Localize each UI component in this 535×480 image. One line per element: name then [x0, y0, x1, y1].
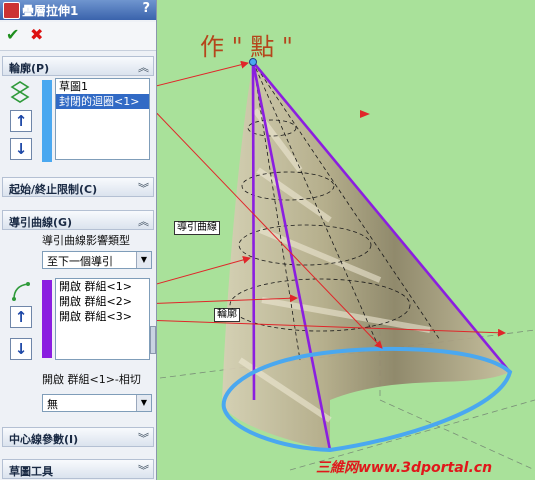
profiles-section-header[interactable]: 輪廓(P) ︽: [2, 56, 154, 76]
ok-button[interactable]: ✔: [6, 25, 19, 44]
sketch-tools-section-title: 草圖工具: [9, 465, 53, 478]
graphics-viewport[interactable]: [157, 0, 535, 480]
tangency-select[interactable]: 無 ▼: [42, 394, 152, 412]
guide-color-bar: [42, 280, 52, 358]
expand-icon: ︾: [138, 432, 149, 445]
guide-section-header[interactable]: 導引曲線(G) ︽: [2, 210, 154, 230]
list-item[interactable]: 封閉的迴圈<1>: [56, 94, 149, 109]
guide-source-callout: 導引曲線: [174, 221, 220, 235]
start-end-section-title: 起始/終止限制(C): [9, 183, 98, 196]
expand-icon: ︾: [138, 464, 149, 477]
start-end-section-header[interactable]: 起始/終止限制(C) ︾: [2, 177, 154, 197]
list-item[interactable]: 開啟 群組<3>: [56, 309, 149, 324]
help-button[interactable]: ?: [142, 1, 150, 16]
dropdown-arrow-icon: ▼: [136, 252, 151, 268]
point-annotation: 作 " 點 ": [200, 33, 293, 61]
influence-value: 至下一個導引: [47, 255, 113, 268]
guide-curves-list[interactable]: 開啟 群組<1> 開啟 群組<2> 開啟 群組<3>: [55, 278, 150, 360]
feature-title: 疊層拉伸1: [22, 4, 79, 18]
watermark: 三維网www.3dportal.cn: [316, 460, 493, 476]
red-marker-icon: [360, 110, 370, 118]
move-down-button[interactable]: ↓: [10, 338, 32, 360]
move-down-button[interactable]: ↓: [10, 138, 32, 160]
centerline-section-title: 中心線參數(I): [9, 433, 79, 446]
cancel-button[interactable]: ✖: [30, 25, 43, 44]
profiles-section-title: 輪廓(P): [9, 62, 50, 75]
tangency-value: 無: [47, 398, 58, 411]
guide-curve-icon: [12, 282, 30, 301]
list-item[interactable]: 開啟 群組<1>: [56, 279, 149, 294]
list-item[interactable]: 草圖1: [56, 79, 149, 94]
influence-label: 導引曲線影響類型: [42, 234, 130, 247]
move-up-button[interactable]: ↑: [10, 306, 32, 328]
influence-select[interactable]: 至下一個導引 ▼: [42, 251, 152, 269]
title-bar: 疊層拉伸1 ?: [0, 0, 156, 20]
dropdown-arrow-icon: ▼: [136, 395, 151, 411]
collapse-icon: ︽: [138, 215, 149, 228]
list-item[interactable]: 開啟 群組<2>: [56, 294, 149, 309]
move-up-button[interactable]: ↑: [10, 110, 32, 132]
guide-section-title: 導引曲線(G): [9, 216, 73, 229]
centerline-section-header[interactable]: 中心線參數(I) ︾: [2, 427, 154, 447]
property-manager: 疊層拉伸1 ? ✔ ✖ 輪廓(P) ︽ ↑ ↓ 草圖1 封閉的迴圈<1> 起始/…: [0, 0, 157, 480]
profile-callout: 輪廓: [214, 308, 240, 322]
profile-color-bar: [42, 80, 52, 162]
sketch-tools-section-header[interactable]: 草圖工具 ︾: [2, 459, 154, 479]
collapse-icon: ︽: [138, 61, 149, 74]
tangency-label: 開啟 群組<1>-相切: [42, 373, 141, 386]
panel-splitter[interactable]: [150, 326, 156, 354]
profile-icon: [10, 81, 30, 103]
loft-feature-icon: [3, 2, 20, 19]
ok-cancel-row: ✔ ✖: [0, 22, 156, 51]
expand-icon: ︾: [138, 182, 149, 195]
profiles-list[interactable]: 草圖1 封閉的迴圈<1>: [55, 78, 150, 160]
